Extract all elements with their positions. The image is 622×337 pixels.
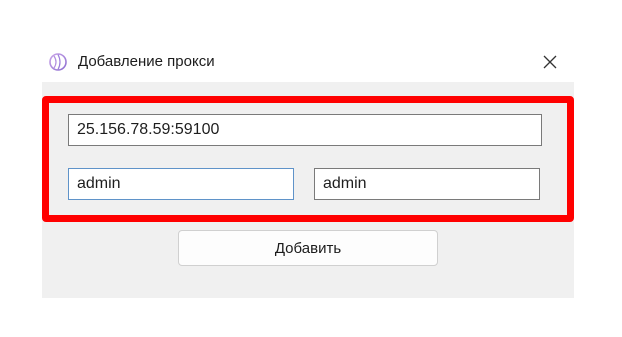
- close-button[interactable]: [534, 46, 566, 78]
- title-bar: Добавление прокси: [42, 42, 574, 82]
- add-button[interactable]: Добавить: [178, 230, 438, 266]
- proxy-address-input[interactable]: [68, 114, 542, 146]
- app-sphere-icon: [49, 53, 67, 71]
- close-icon: [543, 55, 557, 69]
- window-title: Добавление прокси: [78, 53, 215, 70]
- add-proxy-dialog: Добавление прокси Добавить: [42, 42, 574, 298]
- login-input[interactable]: [68, 168, 294, 200]
- password-input[interactable]: [314, 168, 540, 200]
